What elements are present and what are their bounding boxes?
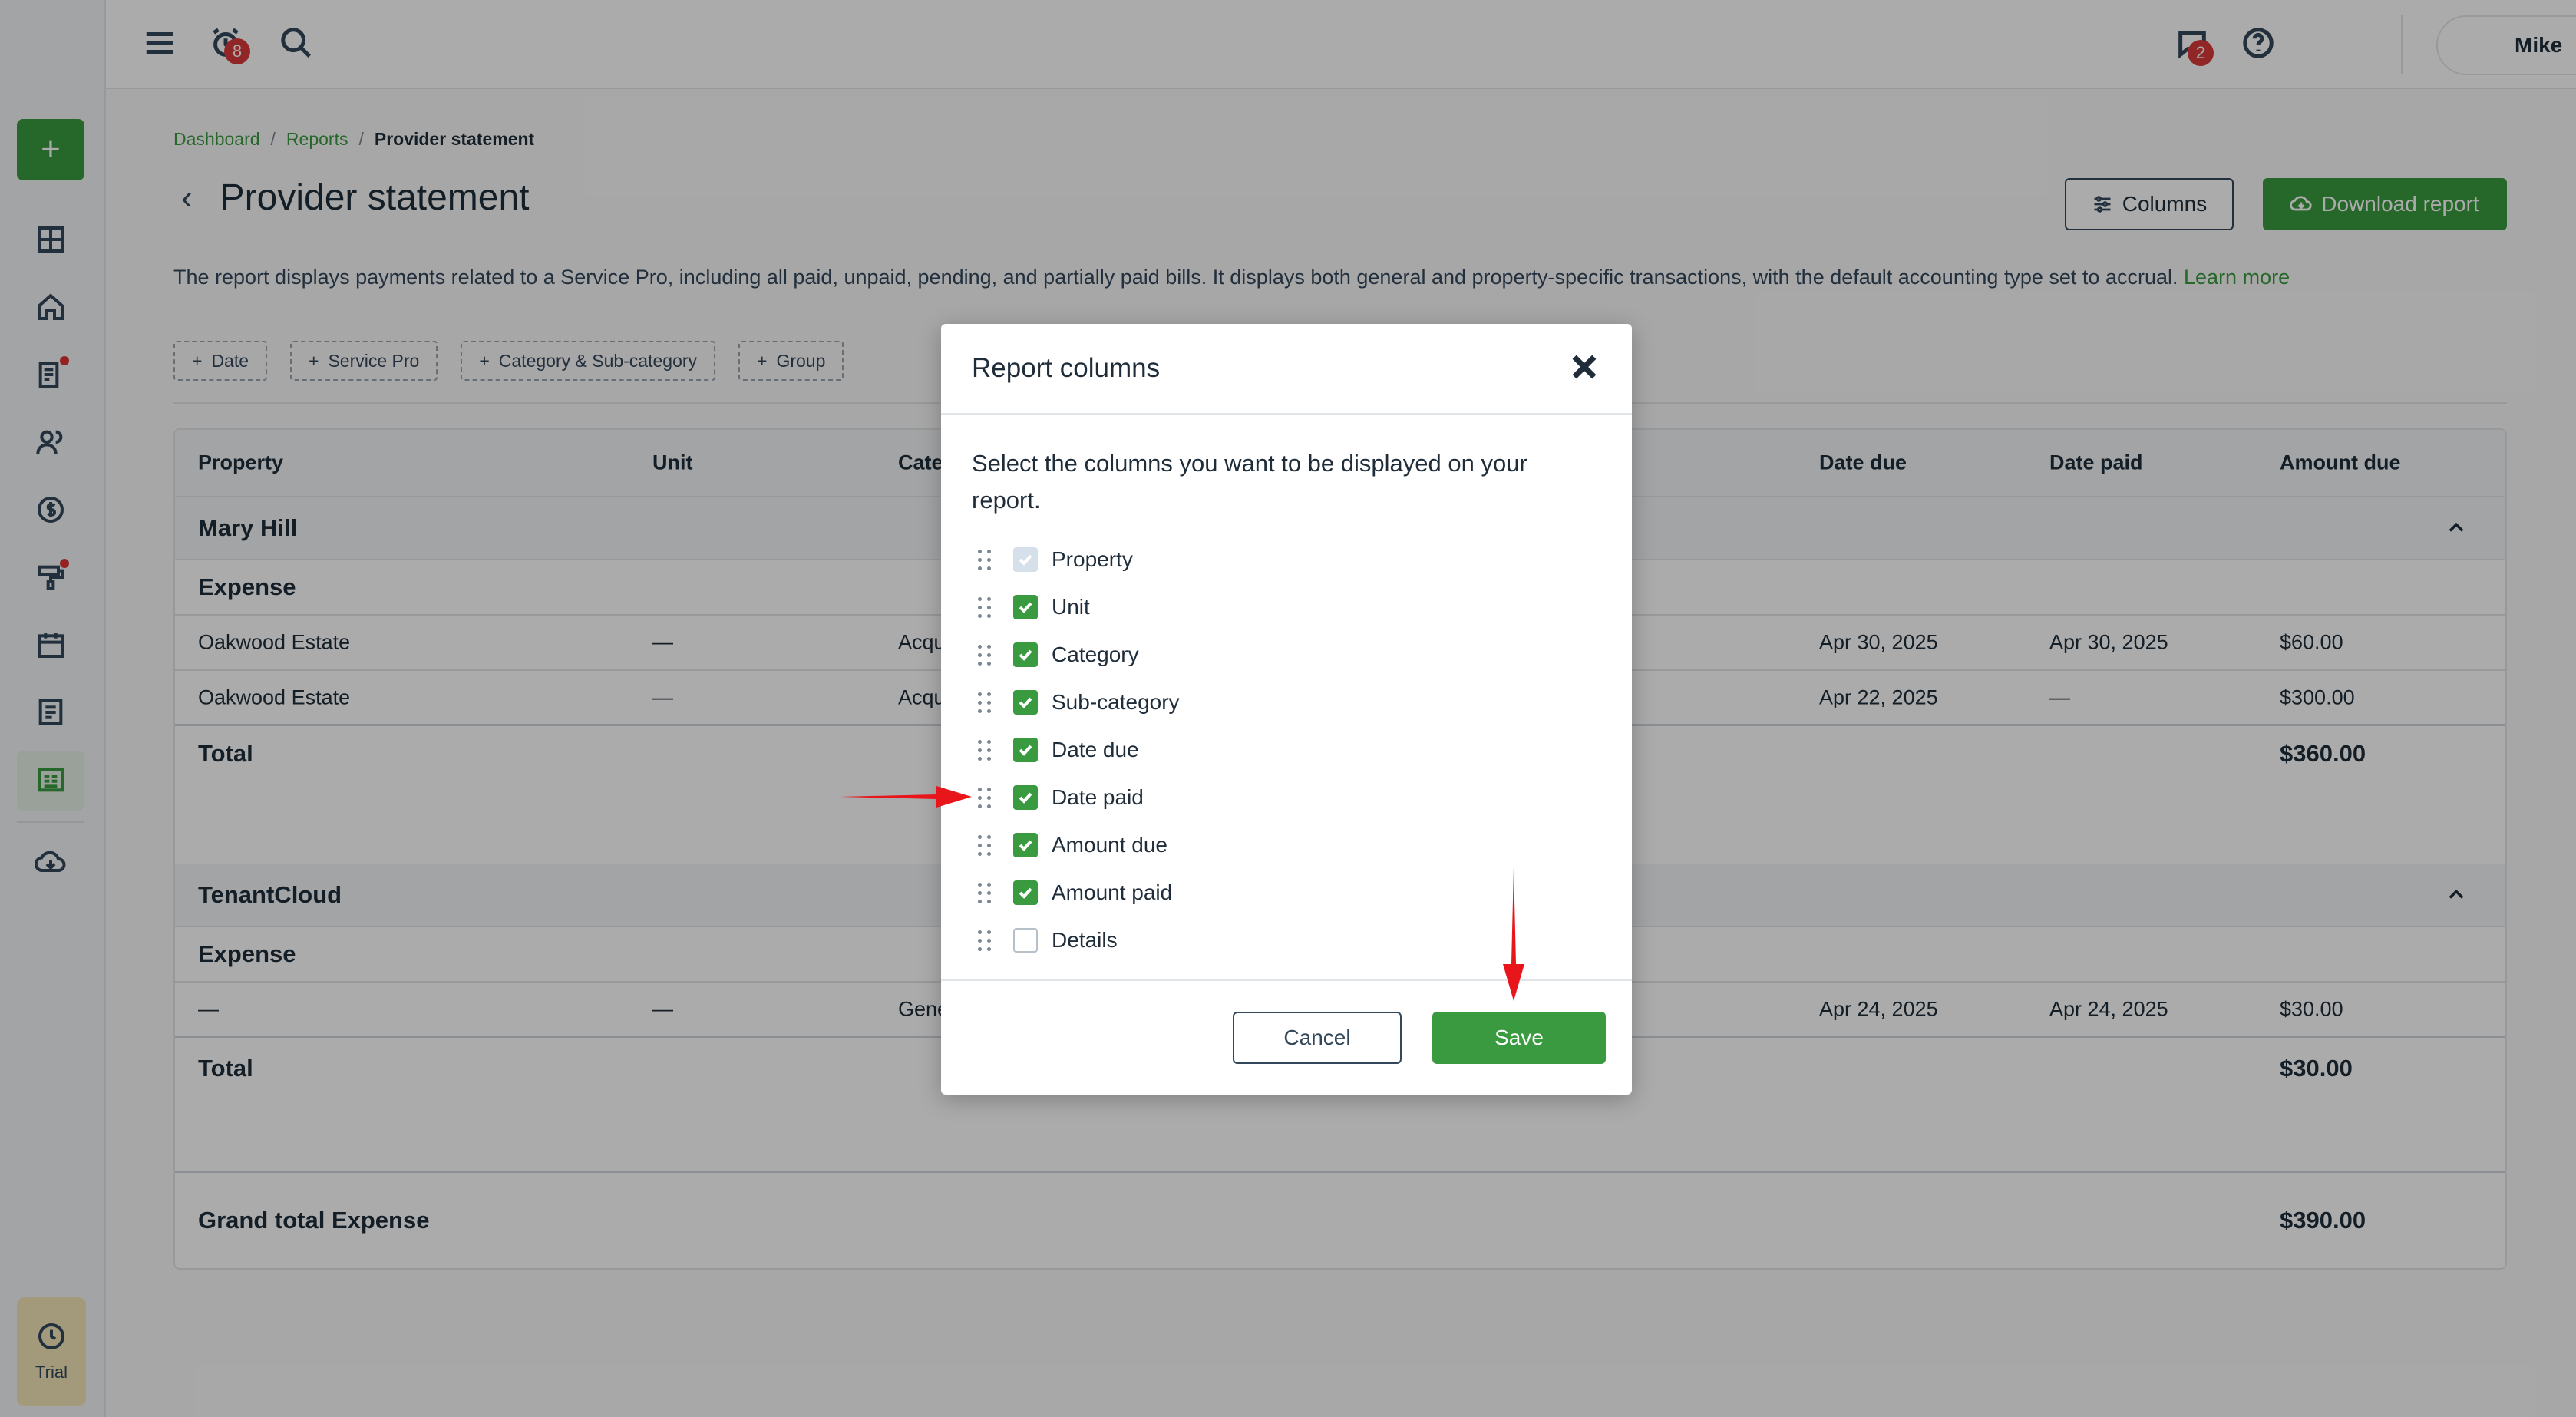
- check-icon: [1019, 602, 1032, 613]
- drag-handle-icon[interactable]: [978, 643, 995, 666]
- check-icon: [1019, 554, 1032, 566]
- column-checkbox[interactable]: [1013, 833, 1038, 857]
- dialog-header: Report columns: [941, 324, 1632, 415]
- column-option-label: Date paid: [1052, 785, 1144, 809]
- drag-handle-icon[interactable]: [978, 691, 995, 714]
- drag-handle-icon[interactable]: [978, 596, 995, 619]
- column-option-label: Category: [1052, 642, 1139, 666]
- column-option[interactable]: Details: [972, 917, 1180, 964]
- column-checkbox[interactable]: [1013, 880, 1038, 905]
- column-option-label: Details: [1052, 928, 1118, 952]
- column-checkbox[interactable]: [1013, 690, 1038, 715]
- column-option[interactable]: Category: [972, 631, 1180, 679]
- save-button[interactable]: Save: [1432, 1012, 1606, 1064]
- column-checkbox[interactable]: [1013, 928, 1038, 953]
- drag-handle-icon[interactable]: [978, 881, 995, 904]
- check-icon: [1019, 745, 1032, 756]
- annotation-arrow-down-icon: [1503, 867, 1524, 1001]
- column-option-label: Sub-category: [1052, 690, 1180, 714]
- column-option[interactable]: Amount due: [972, 821, 1180, 869]
- column-option[interactable]: Date due: [972, 726, 1180, 774]
- drag-handle-icon[interactable]: [978, 738, 995, 761]
- dialog-title: Report columns: [972, 353, 1161, 383]
- column-option[interactable]: Date paid: [972, 774, 1180, 821]
- drag-handle-icon[interactable]: [978, 834, 995, 857]
- column-option-label: Date due: [1052, 738, 1139, 761]
- check-icon: [1019, 887, 1032, 899]
- column-option-label: Property: [1052, 547, 1133, 571]
- column-option-label: Unit: [1052, 595, 1090, 619]
- column-option[interactable]: Unit: [972, 583, 1180, 631]
- check-icon: [1019, 697, 1032, 708]
- column-option-label: Amount paid: [1052, 880, 1173, 904]
- column-checkbox[interactable]: [1013, 785, 1038, 810]
- column-checkbox[interactable]: [1013, 595, 1038, 619]
- column-option[interactable]: Property: [972, 536, 1180, 583]
- drag-handle-icon[interactable]: [978, 786, 995, 809]
- check-icon: [1019, 840, 1032, 851]
- drag-handle-icon[interactable]: [978, 929, 995, 952]
- annotation-arrow-right-icon: [840, 786, 972, 808]
- column-list: Property Unit Category Sub-category Date due…: [972, 536, 1180, 964]
- check-icon: [1019, 792, 1032, 804]
- check-icon: [1019, 649, 1032, 661]
- column-checkbox[interactable]: [1013, 738, 1038, 762]
- column-checkbox[interactable]: [1013, 642, 1038, 667]
- column-checkbox: [1013, 547, 1038, 572]
- close-icon[interactable]: [1567, 350, 1601, 384]
- column-option[interactable]: Sub-category: [972, 679, 1180, 726]
- drag-handle-icon[interactable]: [978, 548, 995, 571]
- column-option-label: Amount due: [1052, 833, 1167, 857]
- dialog-instructions: Select the columns you want to be displa…: [972, 450, 1527, 514]
- column-option[interactable]: Amount paid: [972, 869, 1180, 917]
- cancel-button[interactable]: Cancel: [1233, 1012, 1402, 1064]
